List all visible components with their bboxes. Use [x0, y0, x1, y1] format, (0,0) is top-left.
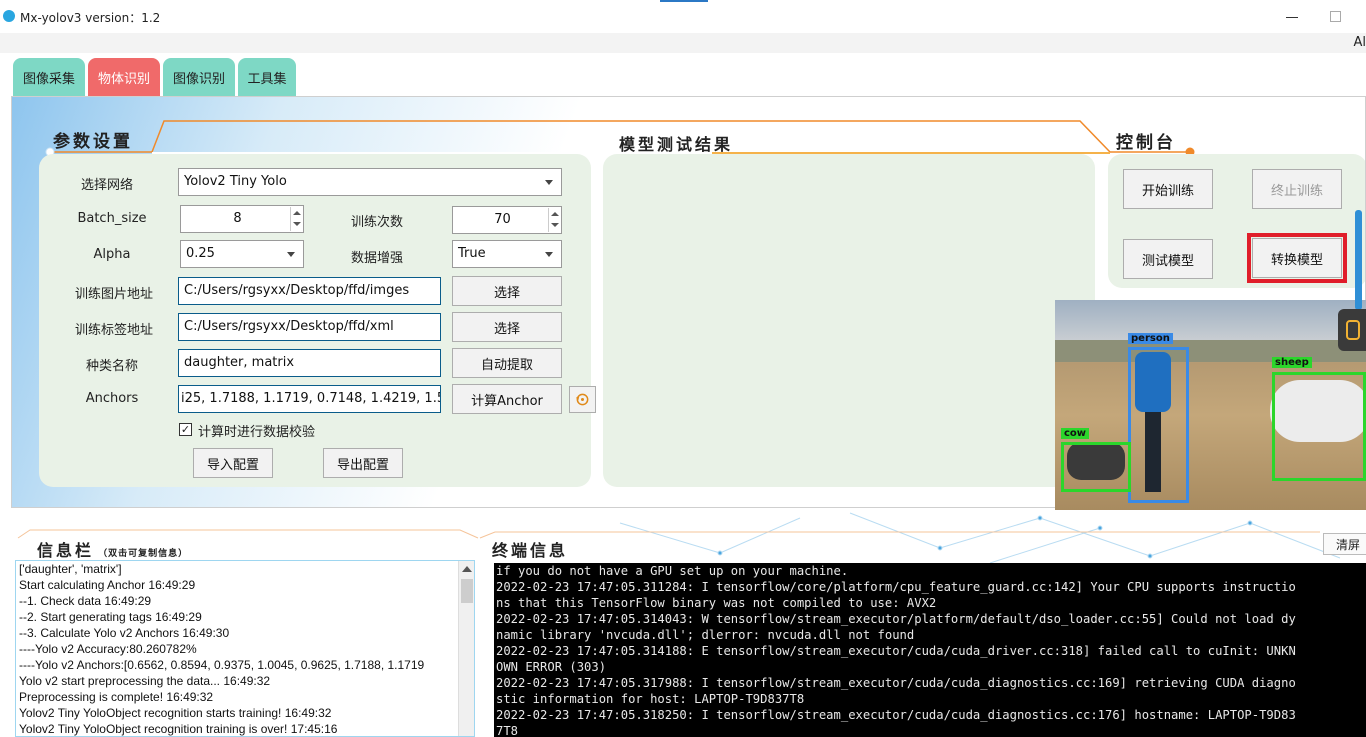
epochs-label: 训练次数 — [350, 215, 403, 230]
batch-label: Batch_size — [77, 211, 147, 226]
batch-value: 8 — [233, 211, 242, 226]
tab-object-detect[interactable]: 物体识别 — [88, 58, 160, 96]
terminal-line: 7T8 — [496, 724, 519, 737]
terminal-line: 2022-02-23 17:47:05.314188: E tensorflow… — [496, 644, 1296, 658]
info-line: --1. Check data 16:49:29 — [19, 594, 152, 608]
window-title: Mx-yolov3 version：1.2 — [20, 11, 161, 25]
refresh-icon[interactable] — [569, 386, 596, 413]
validate-checkbox[interactable]: ✓ — [179, 423, 192, 436]
batch-spinbox[interactable]: 8 — [180, 205, 304, 233]
terminal-line: 2022-02-23 17:47:05.311284: I tensorflow… — [496, 580, 1296, 594]
terminal-line: 2022-02-23 17:47:05.318250: I tensorflow… — [496, 708, 1296, 722]
validate-label: 计算时进行数据校验 — [198, 425, 316, 440]
alpha-label: Alpha — [93, 247, 131, 262]
info-subtitle: （双击可复制信息） — [98, 549, 189, 559]
img-path-input[interactable]: C:/Users/rgsyxx/Desktop/ffd/imges — [178, 277, 441, 305]
info-line: ----Yolo v2 Anchors:[0.6562, 0.8594, 0.9… — [19, 658, 425, 672]
anchors-input[interactable]: i25, 1.7188, 1.1719, 0.7148, 1.4219, 1.5… — [178, 385, 441, 413]
info-line: --3. Calculate Yolo v2 Anchors 16:49:30 — [19, 626, 230, 640]
info-line: ['daughter', 'matrix'] — [19, 562, 122, 576]
classes-input[interactable]: daughter, matrix — [178, 349, 441, 377]
info-header: 信息栏 （双击可复制信息） — [37, 537, 188, 561]
background-network — [17, 512, 1341, 564]
info-scrollbar[interactable] — [458, 561, 474, 736]
info-line: ----Yolo v2 Accuracy:80.260782% — [19, 642, 197, 656]
app-icon — [3, 10, 15, 22]
console-title: 控制台 — [1116, 133, 1176, 153]
cow-bbox — [1061, 442, 1131, 492]
info-line: Yolov2 Tiny YoloObject recognition train… — [19, 722, 338, 736]
tab-image-recognize[interactable]: 图像识别 — [163, 58, 235, 96]
start-train-button[interactable]: 开始训练 — [1123, 169, 1213, 209]
info-log[interactable]: ['daughter', 'matrix'] Start calculating … — [15, 560, 475, 737]
spin-down-icon[interactable] — [548, 220, 560, 232]
info-title: 信息栏 — [37, 541, 95, 560]
epochs-value: 70 — [494, 212, 511, 227]
info-lines: ['daughter', 'matrix'] Start calculating … — [16, 561, 474, 736]
img-path-label: 训练图片地址 — [74, 287, 153, 302]
terminal-title: 终端信息 — [492, 541, 569, 560]
info-line: Start calculating Anchor 16:49:29 — [19, 578, 196, 592]
classes-label: 种类名称 — [85, 359, 138, 374]
menu-strip — [0, 33, 1366, 53]
terminal-line: OWN ERROR (303) — [496, 660, 607, 674]
select-img-path-button[interactable]: 选择 — [452, 276, 562, 306]
stop-train-button[interactable]: 终止训练 — [1252, 169, 1342, 209]
terminal-line: if you do not have a GPU set up on your … — [496, 564, 849, 578]
scroll-thumb[interactable] — [461, 579, 473, 603]
side-tool-button[interactable] — [1338, 309, 1366, 351]
results-card — [603, 154, 1095, 487]
terminal-line: stic information for host: LAPTOP-T9D837… — [496, 692, 805, 706]
augment-select[interactable]: True — [452, 240, 562, 268]
title-bar — [0, 0, 1366, 33]
sheep-bbox — [1272, 372, 1366, 481]
side-scrollbar[interactable] — [1355, 210, 1362, 310]
calc-anchor-button[interactable]: 计算Anchor — [452, 384, 562, 414]
import-config-button[interactable]: 导入配置 — [193, 448, 273, 478]
terminal-lines: if you do not have a GPU set up on your … — [494, 563, 1366, 737]
anchors-label: Anchors — [85, 391, 139, 406]
spin-down-icon[interactable] — [290, 219, 302, 231]
minimize-icon[interactable] — [1280, 6, 1304, 26]
cow-label: cow — [1061, 428, 1090, 439]
epochs-spinbox[interactable]: 70 — [452, 206, 562, 234]
spin-up-icon[interactable] — [548, 208, 560, 220]
detection-image: person sheep cow — [1055, 300, 1366, 510]
export-config-button[interactable]: 导出配置 — [323, 448, 403, 478]
terminal-line: 2022-02-23 17:47:05.314043: W tensorflow… — [496, 612, 1296, 626]
info-line: Yolov2 Tiny YoloObject recognition start… — [19, 706, 332, 720]
person-bbox — [1128, 347, 1189, 503]
info-line: Preprocessing is complete! 16:49:32 — [19, 690, 214, 704]
maximize-icon[interactable] — [1324, 6, 1348, 26]
terminal-line: namic library 'nvcuda.dll'; dlerror: nvc… — [496, 628, 915, 642]
tab-image-collect[interactable]: 图像采集 — [13, 58, 85, 96]
network-select[interactable]: Yolov2 Tiny Yolo — [178, 168, 562, 196]
terminal-line: ns that this TensorFlow binary was not c… — [496, 596, 937, 610]
info-line: Yolo v2 start preprocessing the data... … — [19, 674, 271, 688]
test-model-button[interactable]: 测试模型 — [1123, 239, 1213, 279]
sheep-label: sheep — [1272, 357, 1312, 368]
network-label: 选择网络 — [80, 178, 133, 193]
info-line: --2. Start generating tags 16:49:29 — [19, 610, 202, 624]
person-label: person — [1128, 333, 1173, 344]
select-label-path-button[interactable]: 选择 — [452, 312, 562, 342]
augment-label: 数据增强 — [350, 251, 403, 266]
label-path-label: 训练标签地址 — [74, 323, 153, 338]
results-title: 模型测试结果 — [619, 135, 734, 154]
auto-extract-button[interactable]: 自动提取 — [452, 348, 562, 378]
scroll-up-icon[interactable] — [462, 566, 472, 572]
tab-tools[interactable]: 工具集 — [238, 58, 296, 96]
params-title: 参数设置 — [53, 132, 133, 152]
terminal-line: 2022-02-23 17:47:05.317988: I tensorflow… — [496, 676, 1296, 690]
alpha-select[interactable]: 0.25 — [180, 240, 304, 268]
title-accent — [660, 0, 708, 2]
terminal-output[interactable]: if you do not have a GPU set up on your … — [494, 563, 1366, 737]
spin-up-icon[interactable] — [290, 207, 302, 219]
clear-screen-button[interactable]: 清屏 — [1323, 533, 1366, 555]
menu-item[interactable]: Al — [1353, 35, 1366, 50]
label-path-input[interactable]: C:/Users/rgsyxx/Desktop/ffd/xml — [178, 313, 441, 341]
convert-model-button[interactable]: 转换模型 — [1252, 238, 1342, 278]
